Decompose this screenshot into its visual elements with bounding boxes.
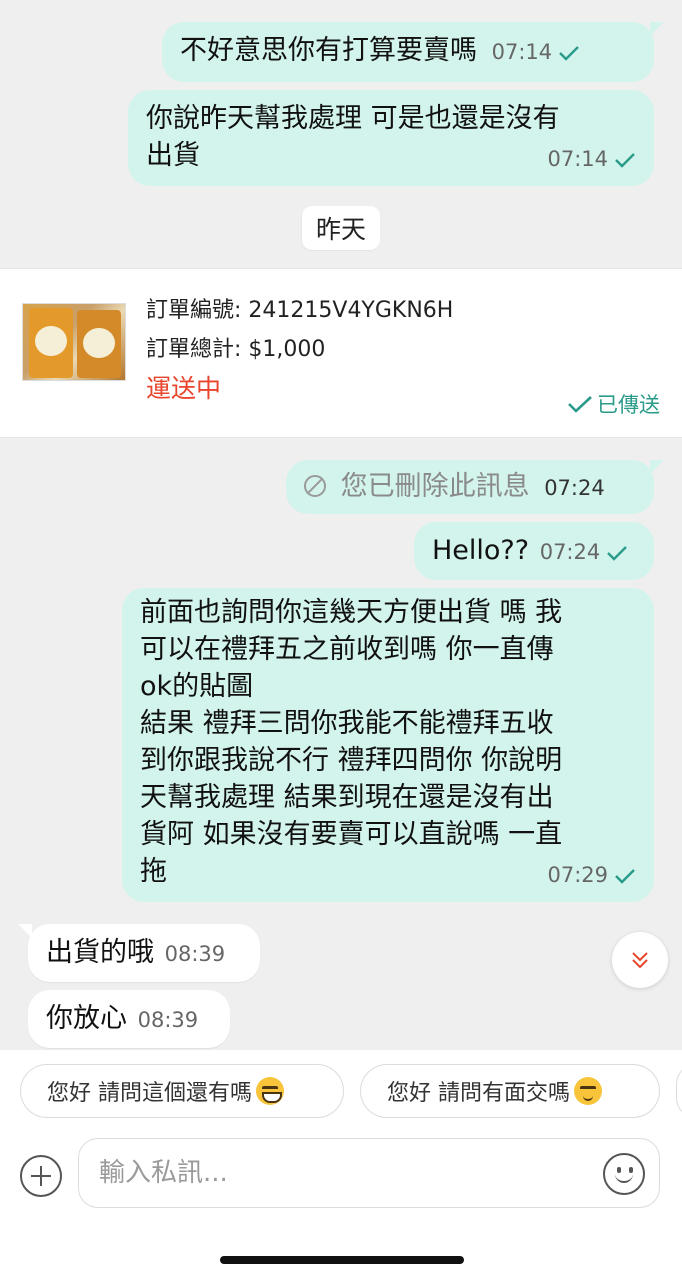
outgoing-message[interactable]: 前面也詢問你這幾天方便出貨 嗎 我 可以在禮拜五之前收到嗎 你一直傳 ok的貼圖… — [122, 588, 654, 902]
message-input-row — [0, 1134, 682, 1280]
message-time: 07:24 — [539, 540, 601, 564]
message-meta: 07:24 — [544, 470, 605, 507]
message-meta: 07:14 — [547, 141, 636, 178]
order-number: 訂單編號: 241215V4YGKN6H — [146, 298, 454, 323]
add-attachment-button[interactable] — [20, 1155, 62, 1197]
message-time: 07:24 — [544, 476, 605, 500]
message-text: 不好意思你有打算要賣嗎 — [180, 35, 477, 66]
message-text: Hello?? — [432, 535, 530, 566]
quick-reply-bar[interactable]: 您好 請問這個還有嗎 您好 請問有面交嗎 — [0, 1050, 682, 1134]
order-details: 訂單編號: 241215V4YGKN6H 訂單總計: $1,000 運送中 — [146, 291, 453, 408]
message-text-line: 可以在禮拜五之前收到嗎 你一直傳 — [140, 634, 554, 665]
message-text-line: 你說昨天幫我處理 可是也還是沒有 — [146, 103, 560, 134]
message-meta: 07:24 — [540, 534, 629, 571]
message-time: 07:14 — [491, 40, 553, 64]
chat-area[interactable]: 不好意思你有打算要賣嗎 07:14 你說昨天幫我處理 可是也還是沒有 出貨 07… — [0, 0, 682, 1050]
deleted-icon — [304, 475, 326, 497]
chevron-double-down-icon — [632, 952, 648, 969]
relieved-face-icon — [574, 1077, 602, 1105]
message-text-line: 天幫我處理 結果到現在還是沒有出 — [140, 782, 554, 813]
message-meta: 07:29 — [547, 857, 636, 894]
quick-reply-chip[interactable] — [676, 1064, 682, 1118]
sent-status: 已傳送 — [567, 389, 660, 419]
read-check-icon — [559, 45, 579, 61]
home-indicator — [220, 1256, 464, 1264]
read-check-icon — [615, 152, 635, 168]
outgoing-message[interactable]: Hello?? 07:24 — [414, 522, 654, 580]
message-text-line: 貨阿 如果沒有要賣可以直說嗎 一直 — [140, 819, 563, 850]
message-text-line: 到你跟我說不行 禮拜四問你 你說明 — [140, 745, 563, 776]
quick-reply-chip[interactable]: 您好 請問有面交嗎 — [360, 1064, 660, 1118]
incoming-message[interactable]: 你放心 08:39 — [28, 990, 230, 1048]
incoming-message[interactable]: 出貨的哦 08:39 — [18, 924, 260, 982]
quick-reply-text: 您好 請問有面交嗎 — [387, 1081, 570, 1106]
message-time: 08:39 — [164, 942, 226, 966]
quick-reply-chip[interactable]: 您好 請問這個還有嗎 — [20, 1064, 344, 1118]
outgoing-message[interactable]: 你說昨天幫我處理 可是也還是沒有 出貨 07:14 — [128, 90, 654, 186]
scroll-to-bottom-button[interactable] — [612, 932, 668, 988]
read-check-icon — [615, 868, 635, 884]
deleted-text: 您已刪除此訊息 — [340, 471, 530, 502]
message-text-line: ok的貼圖 — [140, 671, 254, 702]
message-input-box[interactable] — [78, 1138, 660, 1208]
date-divider: 昨天 — [301, 206, 381, 250]
message-input[interactable] — [99, 1153, 579, 1193]
sent-label: 已傳送 — [597, 393, 660, 417]
order-card[interactable]: 訂單編號: 241215V4YGKN6H 訂單總計: $1,000 運送中 已傳… — [0, 268, 682, 438]
sent-check-icon — [568, 396, 592, 413]
product-thumbnail[interactable] — [22, 303, 126, 381]
order-status: 運送中 — [146, 374, 222, 403]
quick-reply-text: 您好 請問這個還有嗎 — [47, 1081, 252, 1106]
message-time: 08:39 — [137, 1008, 199, 1032]
message-meta: 08:39 — [138, 1002, 199, 1039]
message-meta: 08:39 — [165, 936, 226, 973]
message-text: 出貨的哦 — [46, 937, 154, 968]
outgoing-message[interactable]: 不好意思你有打算要賣嗎 07:14 — [162, 22, 664, 82]
message-text-line: 前面也詢問你這幾天方便出貨 嗎 我 — [140, 597, 563, 628]
message-time: 07:29 — [547, 863, 608, 887]
read-check-icon — [607, 545, 628, 561]
order-total: 訂單總計: $1,000 — [146, 337, 326, 362]
message-text: 你放心 — [46, 1003, 127, 1034]
deleted-message[interactable]: 您已刪除此訊息 07:24 — [286, 460, 664, 514]
message-meta: 07:14 — [492, 34, 581, 71]
grinning-face-icon — [256, 1077, 284, 1105]
emoji-picker-button[interactable] — [603, 1153, 645, 1195]
message-text-line: 結果 禮拜三問你我能不能禮拜五收 — [140, 708, 554, 739]
message-time: 07:14 — [547, 147, 608, 171]
